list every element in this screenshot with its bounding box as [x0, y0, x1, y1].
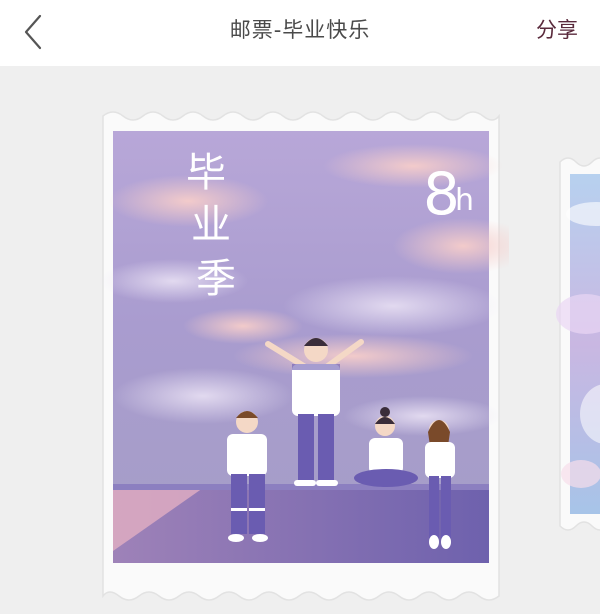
stamp-title-char: 毕	[186, 150, 226, 196]
next-stamp-card[interactable]	[556, 154, 600, 534]
page-title: 邮票-毕业快乐	[229, 18, 371, 42]
top-navigation-bar: 邮票-毕业快乐 分享	[0, 0, 600, 66]
stamp-carousel[interactable]: 毕 业 季 8 h	[0, 66, 600, 614]
share-button[interactable]: 分享	[536, 14, 578, 44]
stamp-title-char: 季	[196, 256, 236, 302]
stamp-card[interactable]: 毕 业 季 8 h	[93, 106, 509, 606]
stamp-unit: h	[455, 183, 474, 218]
stamp-title-char: 业	[191, 202, 231, 248]
